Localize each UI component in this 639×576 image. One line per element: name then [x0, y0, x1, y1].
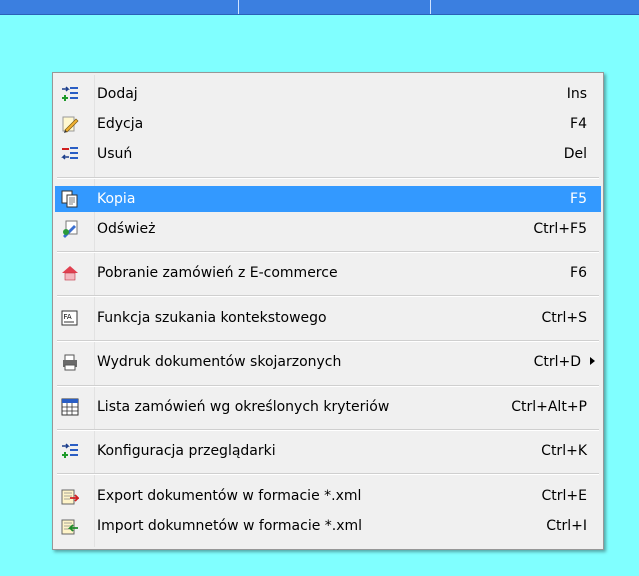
menu-item-shortcut: Ctrl+K — [541, 443, 587, 459]
house-icon — [62, 266, 78, 281]
menu-item-label: Usuń — [97, 146, 133, 162]
menu-separator — [57, 473, 599, 475]
copy-icon — [61, 190, 78, 208]
menu-item-shortcut: Ins — [566, 86, 587, 102]
menu-item-odswiez[interactable]: Odśwież Ctrl+F5 — [55, 216, 601, 242]
menu-item-shortcut: Ctrl+S — [541, 310, 587, 326]
submenu-arrow-icon — [590, 357, 595, 365]
config-list-icon — [62, 443, 78, 458]
export-icon — [61, 489, 79, 505]
menu-item-lista-kryteriow[interactable]: Lista zamówień wg określonych kryteriów … — [55, 394, 601, 420]
menu-item-export-xml[interactable]: Export dokumentów w formacie *.xml Ctrl+… — [55, 483, 601, 509]
menu-item-label: Lista zamówień wg określonych kryteriów — [97, 399, 390, 415]
menu-item-import-xml[interactable]: Import dokumnetów w formacie *.xml Ctrl+… — [55, 513, 601, 539]
menu-separator — [57, 295, 599, 297]
menu-item-shortcut: Ctrl+I — [546, 518, 587, 534]
menu-item-shortcut: Ctrl+F5 — [533, 221, 587, 237]
menu-item-label: Dodaj — [97, 86, 138, 102]
remove-list-icon — [61, 147, 78, 160]
menu-item-label: Odśwież — [97, 221, 156, 237]
window-header-strip — [0, 0, 639, 15]
import-icon — [61, 519, 78, 535]
menu-item-szukanie-kontekstowe[interactable]: FA Funkcja szukania kontekstowego Ctrl+S — [55, 305, 601, 331]
menu-separator — [57, 429, 599, 431]
menu-item-shortcut: F5 — [570, 191, 587, 207]
header-divider — [238, 0, 239, 14]
menu-item-shortcut: Ctrl+E — [541, 488, 588, 504]
menu-item-shortcut: Del — [563, 146, 587, 162]
print-icon — [63, 354, 77, 371]
menu-item-label: Edycja — [97, 116, 144, 132]
menu-item-shortcut: Ctrl+Alt+P — [511, 399, 587, 415]
menu-item-wydruk-skojarzonych[interactable]: Wydruk dokumentów skojarzonych Ctrl+D — [55, 349, 601, 375]
menu-item-shortcut: F4 — [570, 116, 587, 132]
add-list-icon — [62, 86, 78, 101]
menu-item-label: Funkcja szukania kontekstowego — [97, 310, 327, 326]
menu-item-kopia[interactable]: Kopia F5 — [55, 186, 601, 212]
menu-item-label: Pobranie zamówień z E-commerce — [97, 265, 338, 281]
header-divider — [430, 0, 431, 14]
edit-pencil-icon — [62, 116, 79, 133]
menu-separator — [57, 251, 599, 253]
menu-separator — [57, 340, 599, 342]
refresh-icon — [63, 220, 78, 238]
menu-item-pobranie-ecommerce[interactable]: Pobranie zamówień z E-commerce F6 — [55, 260, 601, 286]
menu-item-shortcut: F6 — [570, 265, 587, 281]
menu-separator — [57, 385, 599, 387]
context-search-icon: FA — [61, 310, 78, 326]
list-criteria-icon — [61, 398, 79, 416]
menu-item-shortcut: Ctrl+D — [533, 354, 581, 370]
menu-item-label: Export dokumentów w formacie *.xml — [97, 488, 362, 504]
menu-item-label: Import dokumnetów w formacie *.xml — [97, 518, 363, 534]
menu-item-label: Wydruk dokumentów skojarzonych — [97, 354, 342, 370]
menu-separator — [57, 177, 599, 179]
menu-item-dodaj[interactable]: Dodaj Ins — [55, 81, 601, 107]
context-menu: Dodaj Ins Edycja F4 Usuń Del Kopia F5 Od… — [52, 72, 604, 550]
menu-item-label: Konfiguracja przeglądarki — [97, 443, 276, 459]
menu-item-konfiguracja[interactable]: Konfiguracja przeglądarki Ctrl+K — [55, 438, 601, 464]
svg-text:FA: FA — [64, 313, 72, 321]
menu-item-edycja[interactable]: Edycja F4 — [55, 111, 601, 137]
menu-item-label: Kopia — [97, 191, 136, 207]
menu-item-usun[interactable]: Usuń Del — [55, 141, 601, 167]
